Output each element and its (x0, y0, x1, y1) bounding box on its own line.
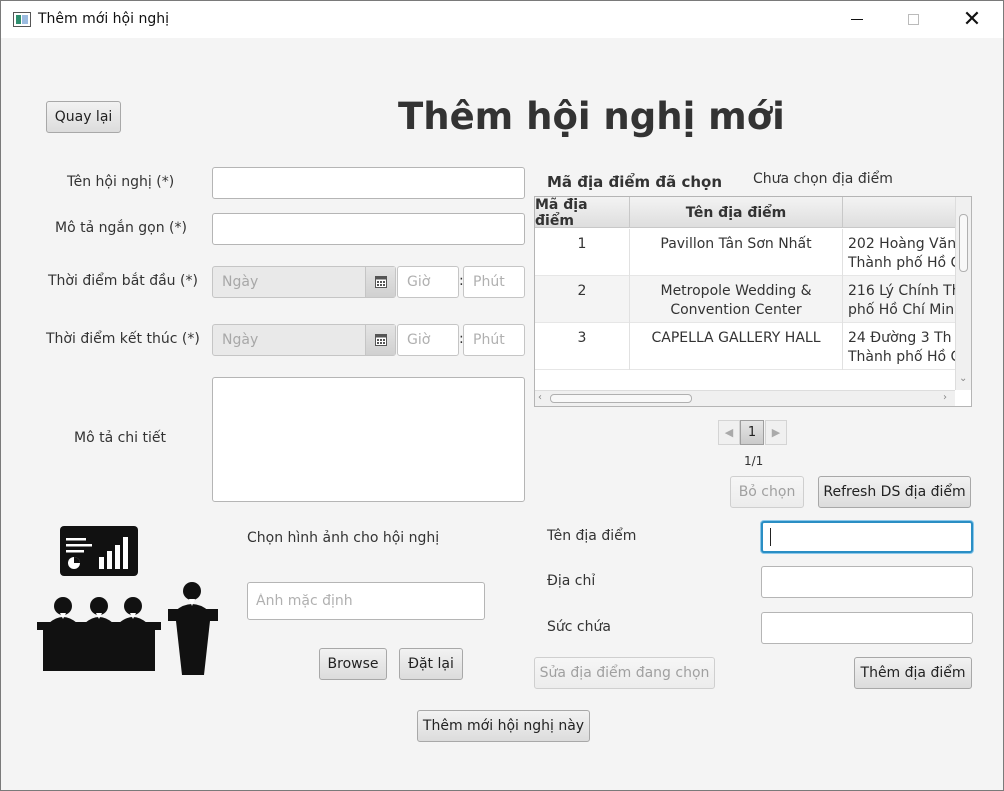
detailed-description-label: Mô tả chi tiết (74, 430, 167, 446)
column-header-address[interactable] (843, 197, 955, 228)
image-path-input[interactable] (247, 582, 485, 620)
scroll-right-icon[interactable]: › (943, 392, 947, 403)
scroll-down-icon[interactable]: ⌄ (959, 373, 967, 384)
next-page-button[interactable]: ▶ (765, 420, 787, 445)
cell-name: Pavillon Tân Sơn Nhất (630, 229, 843, 276)
close-button[interactable]: ✕ (949, 1, 995, 38)
start-hour-input[interactable]: Giờ (397, 266, 459, 298)
table-row[interactable]: 1 Pavillon Tân Sơn Nhất 202 Hoàng Văn Thà… (535, 229, 955, 276)
add-location-button[interactable]: Thêm địa điểm (854, 657, 972, 689)
end-hour-input[interactable]: Giờ (397, 324, 459, 356)
browse-button[interactable]: Browse (319, 648, 387, 680)
address-line: phố Hồ Chí Minh (848, 302, 955, 318)
maximize-icon (907, 14, 919, 25)
refresh-locations-button[interactable]: Refresh DS địa điểm (818, 476, 971, 508)
short-description-label: Mô tả ngắn gọn (*) (55, 220, 187, 236)
chevron-left-icon: ◀ (724, 426, 734, 439)
capacity-label: Sức chứa (547, 619, 611, 635)
end-date-picker[interactable]: Ngày (212, 324, 396, 356)
cell-address: 216 Lý Chính Th phố Hồ Chí Minh (843, 276, 955, 323)
selected-location-label: Mã địa điểm đã chọn (547, 173, 723, 191)
address-line: Thành phố Hồ C (848, 255, 955, 271)
cell-id: 2 (535, 276, 630, 323)
address-line: 216 Lý Chính Th (848, 283, 955, 299)
vertical-scroll-thumb[interactable] (959, 214, 968, 272)
end-date-placeholder: Ngày (222, 332, 259, 348)
title-bar: Thêm mới hội nghị ✕ (1, 1, 1003, 38)
detailed-description-textarea[interactable] (212, 377, 525, 502)
text-cursor (770, 528, 771, 546)
app-window: Thêm mới hội nghị ✕ Quay lại Thêm hội ng… (0, 0, 1004, 791)
calendar-icon[interactable] (365, 267, 395, 297)
start-date-placeholder: Ngày (222, 274, 259, 290)
address-line: 202 Hoàng Văn (848, 236, 955, 252)
vertical-scrollbar[interactable]: ⌄ (955, 197, 971, 390)
maximize-button[interactable] (890, 1, 936, 38)
chevron-right-icon: ▶ (771, 426, 781, 439)
location-name-input[interactable] (761, 521, 973, 553)
location-name-label: Tên địa điểm (547, 528, 637, 544)
table-header: Mã địa điểm Tên địa điểm (535, 197, 955, 229)
conference-name-input[interactable] (212, 167, 525, 199)
conference-name-label: Tên hội nghị (*) (67, 174, 175, 190)
cell-name: Metropole Wedding & Convention Center (630, 276, 843, 323)
address-input[interactable] (761, 566, 973, 598)
column-header-name[interactable]: Tên địa điểm (630, 197, 843, 228)
end-time-label: Thời điểm kết thúc (*) (46, 331, 200, 347)
start-minute-input[interactable]: Phút (463, 266, 525, 298)
address-line: 24 Đường 3 Th (848, 330, 952, 346)
address-label: Địa chỉ (547, 573, 596, 589)
address-line: Thành phố Hồ C (848, 349, 955, 365)
page-title: Thêm hội nghị mới (398, 95, 785, 138)
prev-page-button[interactable]: ◀ (718, 420, 740, 445)
app-window-icon (13, 12, 31, 27)
calendar-icon[interactable] (365, 325, 395, 355)
image-section-label: Chọn hình ảnh cho hội nghị (247, 530, 440, 546)
submit-conference-button[interactable]: Thêm mới hội nghị này (417, 710, 590, 742)
capacity-input[interactable] (761, 612, 973, 644)
scroll-left-icon[interactable]: ‹ (538, 392, 542, 403)
cell-name: CAPELLA GALLERY HALL (630, 323, 843, 370)
table-row[interactable]: 3 CAPELLA GALLERY HALL 24 Đường 3 Th Thàn… (535, 323, 955, 370)
horizontal-scrollbar[interactable]: ‹ › (535, 390, 955, 406)
cell-address: 202 Hoàng Văn Thành phố Hồ C (843, 229, 955, 276)
short-description-input[interactable] (212, 213, 525, 245)
close-icon: ✕ (962, 7, 982, 32)
end-minute-input[interactable]: Phút (463, 324, 525, 356)
cell-id: 3 (535, 323, 630, 370)
cell-address: 24 Đường 3 Th Thành phố Hồ C (843, 323, 955, 370)
reset-image-button[interactable]: Đặt lại (399, 648, 463, 680)
column-header-id[interactable]: Mã địa điểm (535, 197, 630, 229)
edit-location-button[interactable]: Sửa địa điểm đang chọn (534, 657, 715, 689)
window-title: Thêm mới hội nghị (38, 11, 169, 27)
location-table[interactable]: Mã địa điểm Tên địa điểm 1 Pavillon Tân … (534, 196, 972, 407)
cell-id: 1 (535, 229, 630, 276)
page-info: 1/1 (744, 454, 764, 468)
start-date-picker[interactable]: Ngày (212, 266, 396, 298)
conference-illustration (37, 526, 218, 675)
deselect-button[interactable]: Bỏ chọn (730, 476, 804, 508)
page-number-button[interactable]: 1 (740, 420, 764, 445)
back-button[interactable]: Quay lại (46, 101, 121, 133)
horizontal-scroll-thumb[interactable] (550, 394, 692, 403)
start-time-label: Thời điểm bắt đầu (*) (48, 273, 198, 289)
minimize-button[interactable] (834, 1, 880, 38)
selected-location-value: Chưa chọn địa điểm (753, 171, 893, 187)
table-row[interactable]: 2 Metropole Wedding & Convention Center … (535, 276, 955, 323)
minimize-icon (851, 19, 863, 20)
